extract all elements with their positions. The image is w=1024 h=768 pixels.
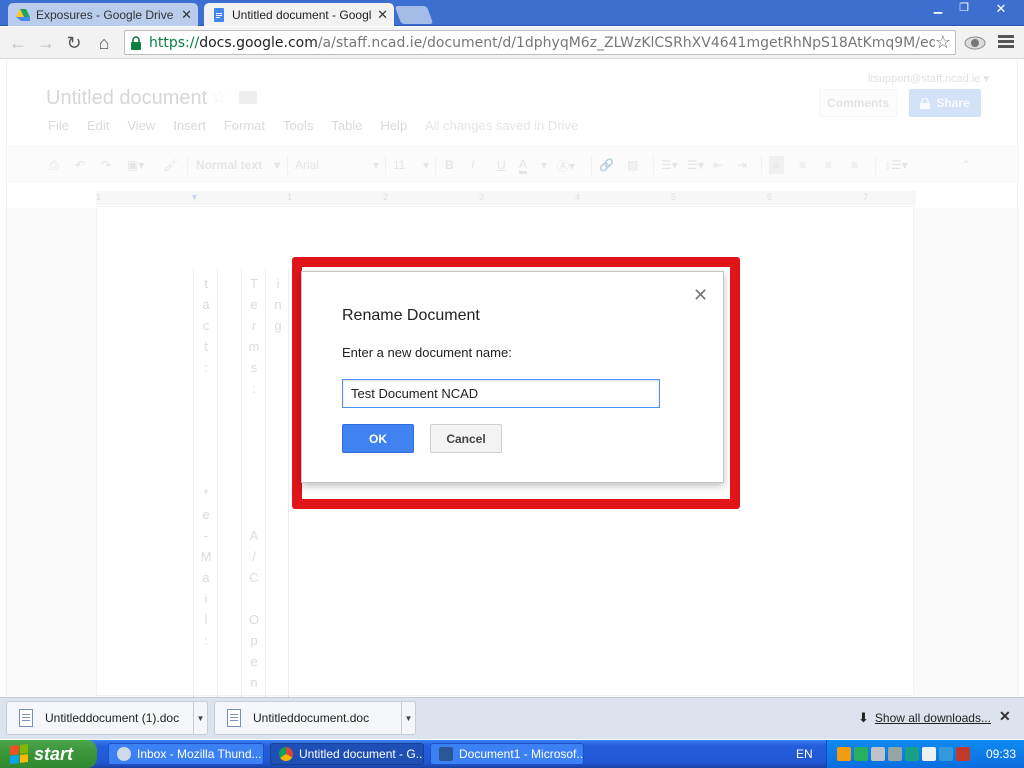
browser-tab-strip: Exposures - Google Drive ✕ Untitled docu… — [0, 0, 1024, 26]
ok-button[interactable]: OK — [342, 424, 414, 453]
url-host: docs.google.com — [199, 34, 318, 51]
start-label: start — [34, 743, 74, 764]
show-all-downloads[interactable]: ⬇ Show all downloads... — [858, 710, 991, 726]
lock-icon — [131, 35, 141, 50]
taskbar-item-word[interactable]: Document1 - Microsof... — [430, 743, 584, 765]
eye-extension-icon[interactable] — [964, 33, 986, 53]
tab-untitled-document[interactable]: Untitled document - Google D ✕ — [204, 3, 394, 26]
rename-document-dialog: Rename Document ✕ Enter a new document n… — [301, 271, 724, 483]
tab-title: Untitled document - Google D — [232, 7, 372, 22]
task-label: Untitled document - G... — [299, 747, 424, 761]
download-filename: Untitleddocument.doc — [253, 711, 370, 725]
tray-app-icon[interactable] — [939, 747, 953, 761]
back-arrow-icon[interactable]: ← — [8, 33, 28, 53]
reload-icon[interactable]: ↻ — [64, 33, 84, 53]
document-file-icon — [227, 709, 241, 727]
url-path: /a/staff.ncad.ie/document/d/1dphyqM6z_ZL… — [317, 34, 935, 51]
tray-app-icon[interactable] — [871, 747, 885, 761]
taskbar-item-thunderbird[interactable]: Inbox - Mozilla Thund... — [108, 743, 264, 765]
cancel-button[interactable]: Cancel — [430, 424, 502, 453]
tray-app-icon[interactable] — [854, 747, 868, 761]
tab-title: Exposures - Google Drive — [36, 7, 174, 22]
browser-toolbar: ← → ↻ ⌂ https://docs.google.com/a/staff.… — [0, 27, 1024, 59]
restore-icon[interactable]: ❐ — [954, 1, 974, 15]
bookmark-star-icon[interactable]: ☆ — [935, 32, 951, 53]
minimize-icon[interactable]: ▁ — [928, 1, 948, 15]
system-tray: 09:33 — [826, 740, 1024, 768]
chrome-menu-icon[interactable] — [998, 35, 1014, 49]
close-icon[interactable]: ✕ — [377, 7, 388, 23]
home-icon[interactable]: ⌂ — [94, 33, 114, 53]
task-label: Document1 - Microsof... — [459, 747, 584, 761]
new-tab-button[interactable] — [394, 6, 434, 24]
windows-logo-icon — [10, 744, 28, 764]
download-item[interactable]: Untitleddocument.doc ▼ — [214, 701, 416, 735]
download-shelf: Untitleddocument (1).doc ▼ Untitleddocum… — [0, 697, 1024, 739]
tray-app-icon[interactable] — [837, 747, 851, 761]
thunderbird-icon — [117, 747, 131, 761]
start-button[interactable]: start — [0, 740, 97, 768]
windows-taskbar: start Inbox - Mozilla Thund... Untitled … — [0, 740, 1024, 768]
language-indicator[interactable]: EN — [796, 747, 813, 761]
chevron-down-icon[interactable]: ▼ — [401, 702, 415, 734]
download-arrow-icon: ⬇ — [858, 710, 869, 725]
security-shield-icon[interactable] — [956, 747, 970, 761]
url-text: https://docs.google.com/a/staff.ncad.ie/… — [149, 35, 935, 51]
close-icon[interactable]: ✕ — [181, 7, 192, 23]
download-item[interactable]: Untitleddocument (1).doc ▼ — [6, 701, 208, 735]
document-name-input[interactable] — [342, 379, 660, 408]
show-all-downloads-link[interactable]: Show all downloads... — [875, 711, 991, 725]
task-label: Inbox - Mozilla Thund... — [137, 747, 262, 761]
google-docs-icon — [214, 7, 224, 22]
google-drive-icon — [16, 8, 30, 21]
tray-app-icon[interactable] — [922, 747, 936, 761]
chevron-down-icon[interactable]: ▼ — [193, 702, 207, 734]
close-icon[interactable]: ✕ — [693, 285, 708, 306]
address-bar[interactable]: https://docs.google.com/a/staff.ncad.ie/… — [124, 30, 956, 55]
taskbar-item-chrome[interactable]: Untitled document - G... — [270, 743, 424, 765]
clock[interactable]: 09:33 — [986, 747, 1016, 761]
chrome-icon — [279, 747, 293, 761]
tray-app-icon[interactable] — [888, 747, 902, 761]
tray-app-icon[interactable] — [905, 747, 919, 761]
dialog-prompt: Enter a new document name: — [342, 345, 512, 360]
forward-arrow-icon[interactable]: → — [36, 33, 56, 53]
tab-google-drive[interactable]: Exposures - Google Drive ✕ — [8, 3, 198, 26]
window-close-icon[interactable]: ✕ — [990, 1, 1012, 16]
url-scheme: https:// — [149, 34, 200, 51]
close-icon[interactable]: ✕ — [999, 708, 1011, 725]
word-icon — [439, 747, 453, 761]
document-file-icon — [19, 709, 33, 727]
dialog-title: Rename Document — [342, 307, 480, 324]
download-filename: Untitleddocument (1).doc — [45, 711, 180, 725]
